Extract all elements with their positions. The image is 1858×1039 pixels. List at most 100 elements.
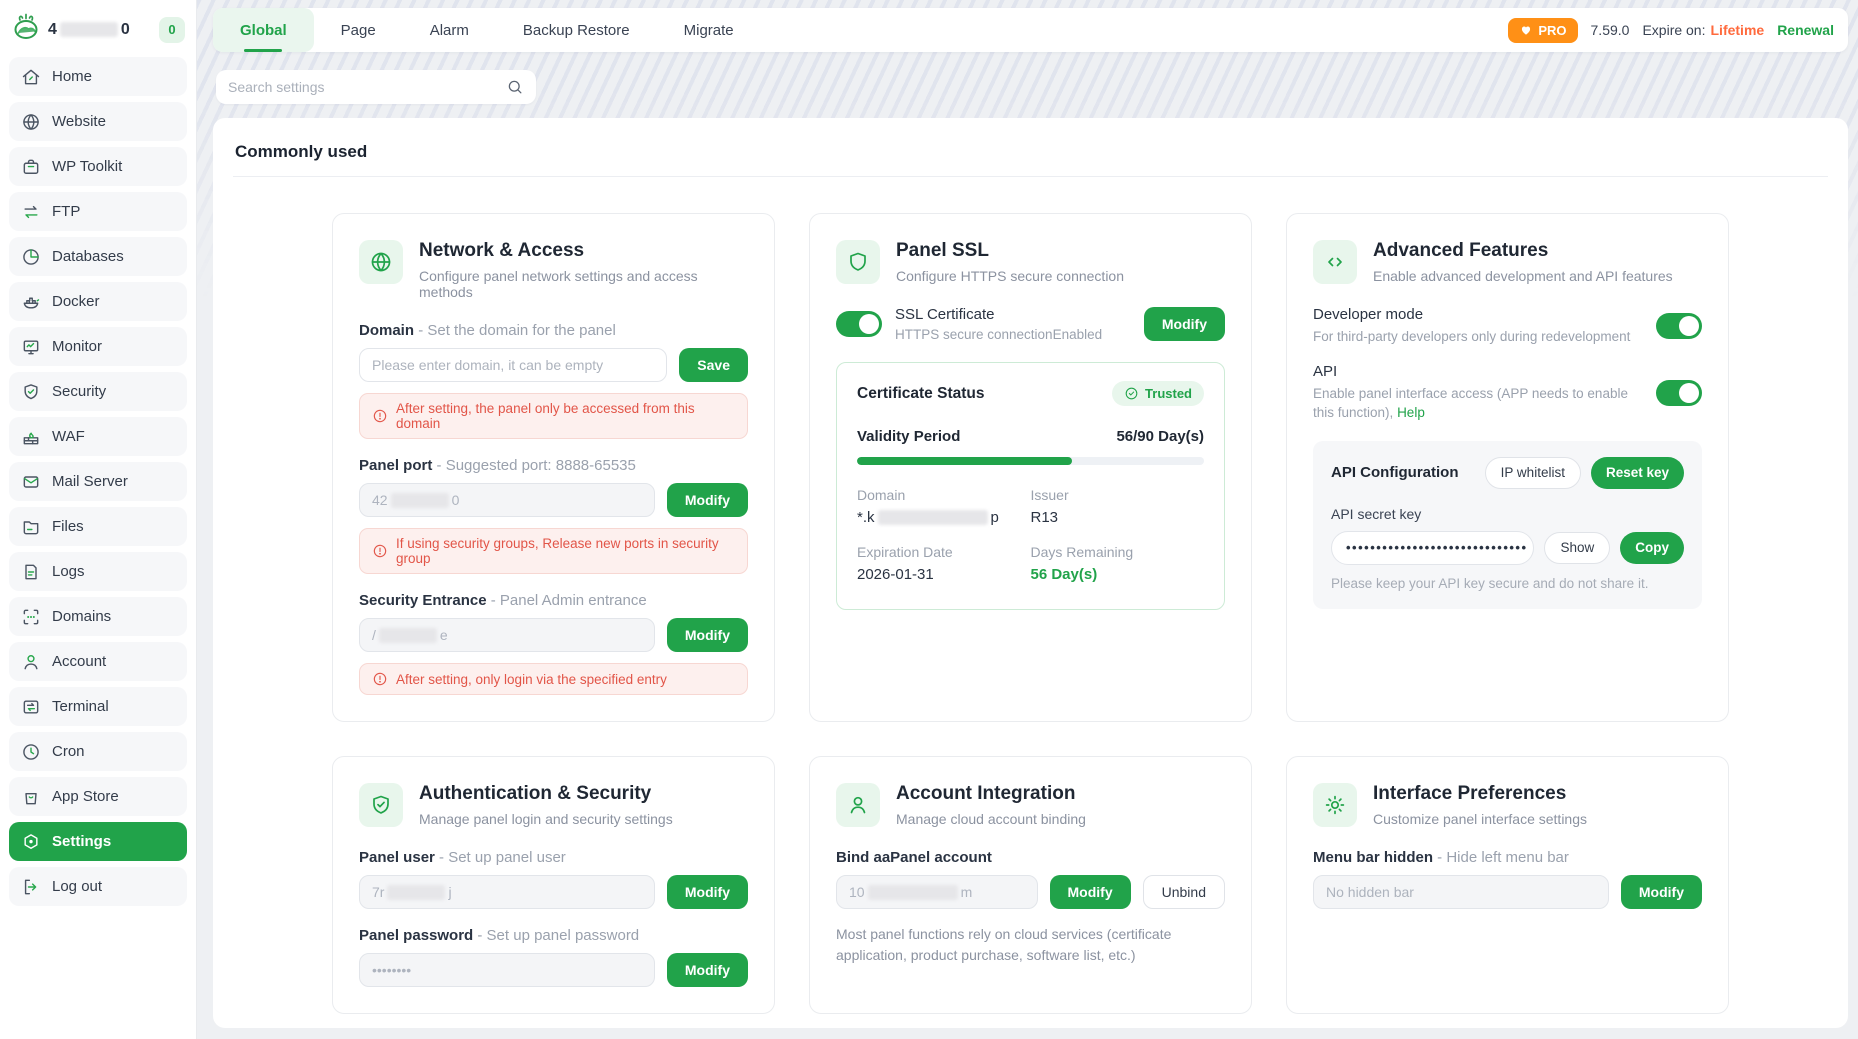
- license-info: PRO 7.59.0 Expire on: Lifetime Renewal: [1508, 18, 1834, 43]
- security-entrance-input[interactable]: /e: [359, 618, 655, 652]
- folder-icon: [21, 517, 41, 537]
- pie-chart-icon: [21, 247, 41, 267]
- gear-icon: [1313, 783, 1357, 827]
- settings-search: [216, 70, 536, 104]
- tab-page[interactable]: Page: [314, 8, 403, 52]
- save-button[interactable]: Save: [679, 348, 748, 382]
- domain-warning: After setting, the panel only be accesse…: [359, 393, 748, 439]
- copy-key-button[interactable]: Copy: [1620, 532, 1684, 564]
- logo-row: 40 0: [9, 8, 187, 57]
- modify-port-button[interactable]: Modify: [667, 483, 748, 517]
- expire-info: Expire on: Lifetime: [1642, 22, 1764, 38]
- sidebar-item-settings[interactable]: Settings: [9, 822, 187, 861]
- modify-user-button[interactable]: Modify: [667, 875, 748, 909]
- cert-issuer-value: R13: [1031, 509, 1205, 526]
- sidebar-item-security[interactable]: Security: [9, 372, 187, 411]
- bind-account-input[interactable]: 10m: [836, 875, 1038, 909]
- modify-account-button[interactable]: Modify: [1050, 875, 1131, 909]
- version-text: 7.59.0: [1591, 22, 1630, 38]
- user-icon: [836, 783, 880, 827]
- terminal-icon: [21, 697, 41, 717]
- modify-entrance-button[interactable]: Modify: [667, 618, 748, 652]
- card-title: Interface Preferences: [1373, 783, 1587, 805]
- panel-user-input[interactable]: 7rj: [359, 875, 655, 909]
- card-title: Panel SSL: [896, 240, 1124, 262]
- notification-count-badge[interactable]: 0: [159, 17, 185, 43]
- panel-password-input[interactable]: ••••••••: [359, 953, 655, 987]
- alert-circle-icon: [372, 408, 388, 424]
- domain-input[interactable]: Please enter domain, it can be empty: [359, 348, 667, 382]
- shopping-bag-icon: [21, 787, 41, 807]
- ip-whitelist-button[interactable]: IP whitelist: [1485, 457, 1581, 489]
- sidebar-item-waf[interactable]: WAF: [9, 417, 187, 456]
- content-panel: Commonly used Network & Access Configure…: [213, 118, 1848, 1028]
- api-help-link[interactable]: Help: [1397, 405, 1425, 420]
- sidebar-item-logs[interactable]: Logs: [9, 552, 187, 591]
- alert-circle-icon: [372, 543, 388, 559]
- shield-check-icon: [21, 382, 41, 402]
- panel-user-label: Panel user - Set up panel user: [359, 849, 748, 866]
- firewall-icon: [21, 427, 41, 447]
- api-label: API: [1313, 363, 1640, 380]
- card-advanced-features: Advanced Features Enable advanced develo…: [1286, 213, 1729, 722]
- reset-key-button[interactable]: Reset key: [1591, 457, 1684, 489]
- briefcase-icon: [21, 157, 41, 177]
- tab-global[interactable]: Global: [213, 8, 314, 52]
- docker-ship-icon: [21, 292, 41, 312]
- card-network-access: Network & Access Configure panel network…: [332, 213, 775, 722]
- sidebar-item-website[interactable]: Website: [9, 102, 187, 141]
- sidebar-item-home[interactable]: Home: [9, 57, 187, 96]
- menu-bar-hidden-input[interactable]: No hidden bar: [1313, 875, 1609, 909]
- sidebar-item-mail-server[interactable]: Mail Server: [9, 462, 187, 501]
- card-subtitle: Manage panel login and security settings: [419, 811, 673, 827]
- modify-password-button[interactable]: Modify: [667, 953, 748, 987]
- card-account-integration: Account Integration Manage cloud account…: [809, 756, 1252, 1014]
- unbind-button[interactable]: Unbind: [1143, 875, 1225, 909]
- api-config-title: API Configuration: [1331, 464, 1475, 481]
- scan-frame-icon: [21, 607, 41, 627]
- main-area: Global Page Alarm Backup Restore Migrate…: [197, 0, 1858, 1039]
- developer-mode-toggle[interactable]: [1656, 313, 1702, 339]
- search-input[interactable]: [228, 79, 506, 95]
- alert-circle-icon: [372, 671, 388, 687]
- sidebar-item-files[interactable]: Files: [9, 507, 187, 546]
- ssl-toggle[interactable]: [836, 311, 882, 337]
- developer-mode-desc: For third-party developers only during r…: [1313, 327, 1640, 347]
- sidebar-item-wp-toolkit[interactable]: WP Toolkit: [9, 147, 187, 186]
- sidebar-item-cron[interactable]: Cron: [9, 732, 187, 771]
- port-warning: If using security groups, Release new po…: [359, 528, 748, 574]
- sidebar-item-docker[interactable]: Docker: [9, 282, 187, 321]
- card-authentication-security: Authentication & Security Manage panel l…: [332, 756, 775, 1014]
- code-icon: [1313, 240, 1357, 284]
- tab-backup-restore[interactable]: Backup Restore: [496, 8, 657, 52]
- transfer-arrows-icon: [21, 202, 41, 222]
- renewal-link[interactable]: Renewal: [1777, 22, 1834, 38]
- sidebar-item-app-store[interactable]: App Store: [9, 777, 187, 816]
- api-secret-key-label: API secret key: [1331, 506, 1684, 522]
- sidebar-item-account[interactable]: Account: [9, 642, 187, 681]
- pro-badge[interactable]: PRO: [1508, 18, 1577, 43]
- sidebar-item-terminal[interactable]: Terminal: [9, 687, 187, 726]
- tab-alarm[interactable]: Alarm: [403, 8, 496, 52]
- sidebar-item-log-out[interactable]: Log out: [9, 867, 187, 906]
- sidebar-item-ftp[interactable]: FTP: [9, 192, 187, 231]
- sidebar-item-databases[interactable]: Databases: [9, 237, 187, 276]
- modify-menu-button[interactable]: Modify: [1621, 875, 1702, 909]
- api-secret-key-input[interactable]: ••••••••••••••••••••••••••••••: [1331, 531, 1534, 565]
- sidebar-nav: Home Website WP Toolkit FTP Databases Do…: [9, 57, 187, 906]
- search-icon[interactable]: [506, 78, 524, 96]
- envelope-icon: [21, 472, 41, 492]
- api-toggle[interactable]: [1656, 380, 1702, 406]
- validity-progress-bar: [857, 457, 1204, 465]
- card-subtitle: Configure panel network settings and acc…: [419, 268, 748, 300]
- tab-migrate[interactable]: Migrate: [657, 8, 761, 52]
- sidebar-item-domains[interactable]: Domains: [9, 597, 187, 636]
- cert-days-value: 56 Day(s): [1031, 566, 1205, 583]
- clock-icon: [21, 742, 41, 762]
- panel-port-input[interactable]: 420: [359, 483, 655, 517]
- sidebar-item-monitor[interactable]: Monitor: [9, 327, 187, 366]
- modify-ssl-button[interactable]: Modify: [1144, 307, 1225, 341]
- redacted-entrance: [379, 628, 437, 643]
- show-key-button[interactable]: Show: [1544, 532, 1610, 564]
- card-subtitle: Customize panel interface settings: [1373, 811, 1587, 827]
